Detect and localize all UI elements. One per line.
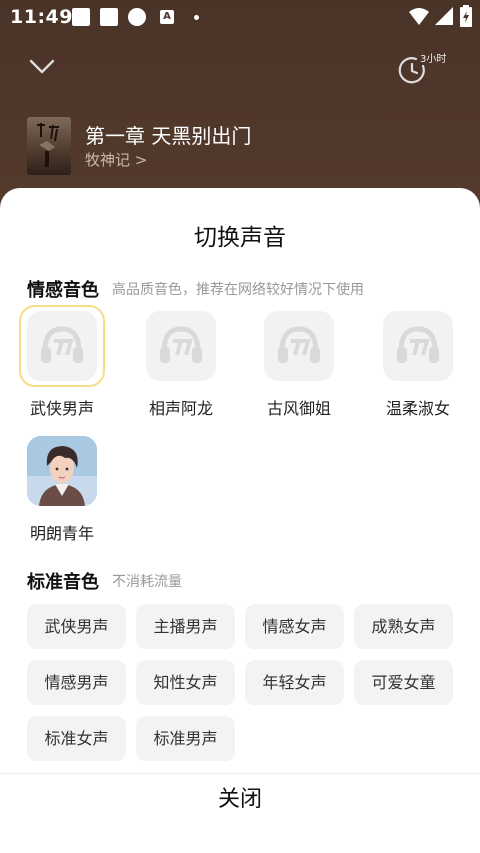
voice-tile <box>27 311 97 381</box>
wifi-icon <box>409 8 429 25</box>
collapse-chevron-icon[interactable] <box>28 52 56 80</box>
notification-icon <box>128 8 146 26</box>
book-cover[interactable] <box>27 117 71 175</box>
font-icon: A <box>160 10 174 24</box>
headphone-icon <box>41 326 83 363</box>
voice-label: 明朗青年 <box>29 524 94 543</box>
voice-tile <box>264 311 334 381</box>
headphone-icon <box>397 326 439 363</box>
voice-option[interactable]: 古风御姐 <box>254 311 344 419</box>
status-time: 11:49 <box>10 6 73 28</box>
voice-tile <box>383 311 453 381</box>
emotional-voices-subtitle: 高品质音色，推荐在网络较好情况下使用 <box>112 282 364 298</box>
voice-avatar <box>27 436 97 506</box>
standard-voice-chip[interactable]: 情感男声 <box>27 660 126 705</box>
standard-voice-chip[interactable]: 标准女声 <box>27 716 126 761</box>
book-cover-image <box>27 117 71 175</box>
voice-label: 温柔淑女 <box>385 399 450 418</box>
close-button[interactable]: 关闭 <box>0 774 480 853</box>
standard-voice-chip[interactable]: 标准男声 <box>136 716 235 761</box>
emotional-voices-title: 情感音色 <box>27 280 99 301</box>
timer-label: 3小时 <box>420 54 447 65</box>
signal-icon <box>435 7 453 25</box>
voice-label: 武侠男声 <box>29 399 94 418</box>
notification-icon <box>100 8 118 26</box>
voice-option[interactable]: 温柔淑女 <box>373 311 463 419</box>
sleep-timer-button[interactable]: 3小时 <box>396 48 452 88</box>
chapter-title: 第一章 天黑别出门 <box>85 124 252 148</box>
headphone-icon <box>278 326 320 363</box>
notification-icon <box>72 8 90 26</box>
standard-voices-subtitle: 不消耗流量 <box>112 574 182 590</box>
switch-voice-sheet: 切换声音 情感音色 高品质音色，推荐在网络较好情况下使用 武侠男声 相声阿龙 古… <box>0 188 480 853</box>
standard-voice-chip[interactable]: 主播男声 <box>136 604 235 649</box>
voice-label: 相声阿龙 <box>148 399 213 418</box>
voice-option[interactable]: 武侠男声 <box>17 305 107 419</box>
more-notifications-icon <box>194 15 199 20</box>
voice-tile <box>146 311 216 381</box>
status-bar: 11:49 A <box>0 0 480 34</box>
young-man-avatar-icon <box>27 436 97 506</box>
book-author-link[interactable]: 牧神记 > <box>85 149 147 170</box>
standard-voice-chip[interactable]: 成熟女声 <box>354 604 453 649</box>
standard-voice-chip[interactable]: 武侠男声 <box>27 604 126 649</box>
standard-voice-chip[interactable]: 年轻女声 <box>245 660 344 705</box>
voice-option[interactable]: 明朗青年 <box>17 436 107 544</box>
sheet-title: 切换声音 <box>194 225 286 251</box>
voice-option[interactable]: 相声阿龙 <box>136 311 226 419</box>
standard-voice-chip[interactable]: 情感女声 <box>245 604 344 649</box>
battery-icon <box>460 5 472 27</box>
standard-voice-chip[interactable]: 可爱女童 <box>354 660 453 705</box>
standard-voices-title: 标准音色 <box>27 572 99 593</box>
voice-label: 古风御姐 <box>266 399 331 418</box>
headphone-icon <box>160 326 202 363</box>
standard-voice-chip[interactable]: 知性女声 <box>136 660 235 705</box>
